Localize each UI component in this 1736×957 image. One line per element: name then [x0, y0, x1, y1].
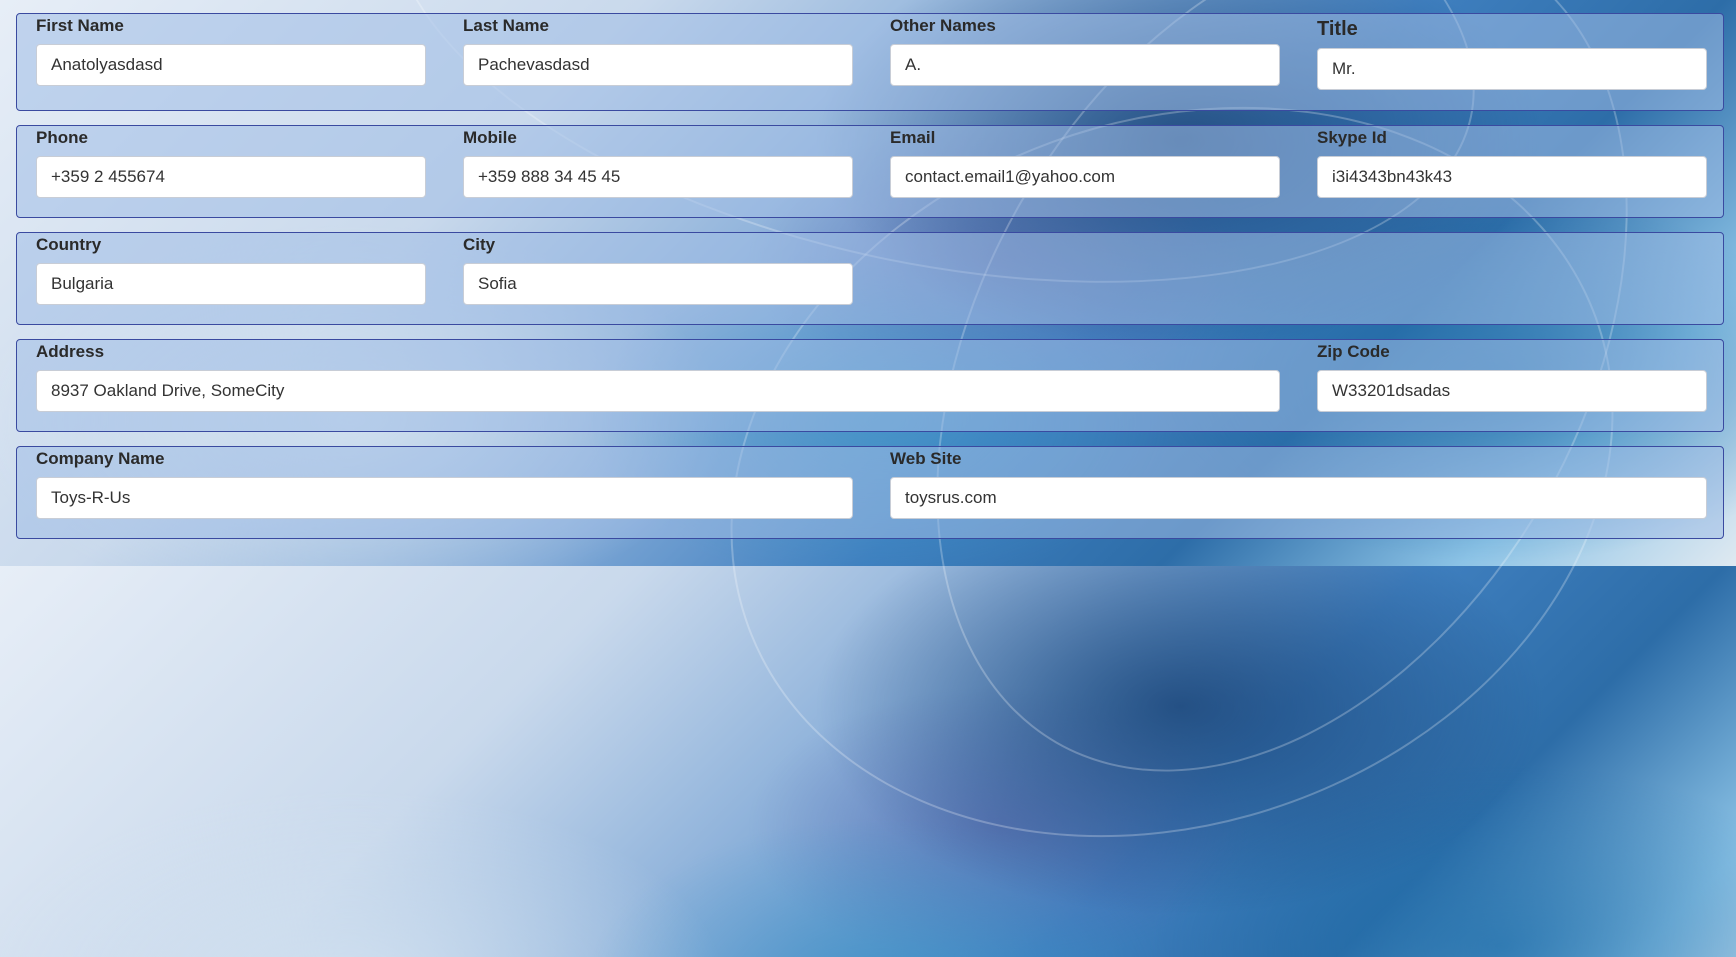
web-site-label: Web Site [890, 449, 962, 468]
city-input[interactable] [463, 263, 853, 305]
phone-label: Phone [36, 128, 88, 147]
web-site-group: Web Site [890, 449, 1707, 519]
skype-id-group: Skype Id [1317, 128, 1707, 198]
web-site-input[interactable] [890, 477, 1707, 519]
title-group: Title [1317, 16, 1707, 90]
address-panel: Address Zip Code [16, 339, 1724, 432]
zip-code-label: Zip Code [1317, 342, 1390, 361]
first-name-group: First Name [36, 16, 426, 86]
city-group: City [463, 235, 853, 305]
title-input[interactable] [1317, 48, 1707, 90]
company-name-input[interactable] [36, 477, 853, 519]
other-names-input[interactable] [890, 44, 1280, 86]
city-label: City [463, 235, 496, 254]
zip-code-group: Zip Code [1317, 342, 1707, 412]
last-name-label: Last Name [463, 16, 549, 35]
country-group: Country [36, 235, 426, 305]
address-group: Address [36, 342, 1280, 412]
email-group: Email [890, 128, 1280, 198]
zip-code-input[interactable] [1317, 370, 1707, 412]
company-name-label: Company Name [36, 449, 165, 468]
last-name-group: Last Name [463, 16, 853, 86]
address-label: Address [36, 342, 105, 361]
title-label: Title [1317, 18, 1358, 40]
other-names-group: Other Names [890, 16, 1280, 86]
address-input[interactable] [36, 370, 1280, 412]
first-name-label: First Name [36, 16, 124, 35]
other-names-label: Other Names [890, 16, 996, 35]
name-panel: First Name Last Name Other Names Title [16, 13, 1724, 111]
mobile-group: Mobile [463, 128, 853, 198]
mobile-input[interactable] [463, 156, 853, 198]
mobile-label: Mobile [463, 128, 517, 147]
last-name-input[interactable] [463, 44, 853, 86]
country-label: Country [36, 235, 102, 254]
contact-panel: Phone Mobile Email Skype Id [16, 125, 1724, 218]
first-name-input[interactable] [36, 44, 426, 86]
location-panel: Country City [16, 232, 1724, 325]
skype-id-label: Skype Id [1317, 128, 1387, 147]
country-input[interactable] [36, 263, 426, 305]
skype-id-input[interactable] [1317, 156, 1707, 198]
company-name-group: Company Name [36, 449, 853, 519]
company-panel: Company Name Web Site [16, 446, 1724, 539]
phone-group: Phone [36, 128, 426, 198]
email-label: Email [890, 128, 936, 147]
phone-input[interactable] [36, 156, 426, 198]
email-input[interactable] [890, 156, 1280, 198]
